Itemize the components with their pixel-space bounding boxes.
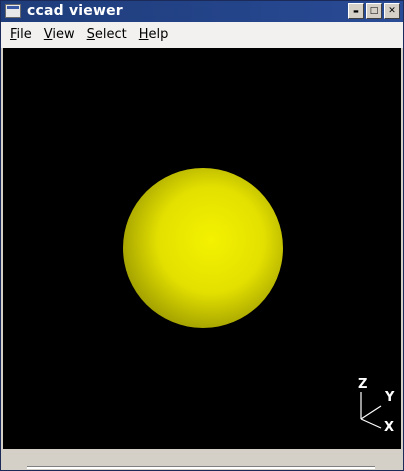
title-bar[interactable]: ccad viewer ▬ □ ✕ (1, 1, 403, 22)
axis-label-z: Z (358, 377, 367, 392)
menu-select-label: elect (94, 27, 127, 42)
menu-select-accelerator: S (86, 27, 95, 42)
axis-label-x: X (384, 420, 394, 435)
menu-bar: File View Select Help (1, 22, 403, 48)
close-icon: ✕ (388, 6, 396, 16)
window-app-icon[interactable] (5, 4, 21, 18)
y-axis-line (360, 405, 382, 420)
maximize-icon: □ (369, 6, 379, 16)
close-button[interactable]: ✕ (384, 3, 400, 19)
menu-file-label: ile (16, 27, 32, 42)
window-title: ccad viewer (27, 3, 123, 19)
maximize-button[interactable]: □ (366, 3, 382, 19)
minimize-button[interactable]: ▬ (348, 3, 364, 19)
menu-help-accelerator: H (138, 27, 149, 42)
menu-help[interactable]: Help (134, 25, 174, 45)
sphere-object[interactable] (123, 168, 283, 328)
x-axis-line (360, 418, 382, 429)
status-field (27, 466, 375, 469)
3d-viewport[interactable]: Z Y X (3, 48, 401, 449)
axis-label-y: Y (384, 390, 395, 405)
app-window: ccad viewer ▬ □ ✕ File View Select Help (0, 0, 404, 471)
axis-triad (360, 392, 382, 429)
status-bar (1, 449, 403, 470)
menu-file[interactable]: File (5, 25, 37, 45)
window-controls: ▬ □ ✕ (348, 3, 400, 19)
viewport-canvas[interactable]: Z Y X (3, 48, 401, 449)
menu-select[interactable]: Select (82, 25, 132, 45)
menu-view[interactable]: View (39, 25, 80, 45)
menu-help-label: elp (148, 27, 169, 42)
minimize-icon: ▬ (353, 8, 359, 15)
menu-view-label: iew (52, 27, 75, 42)
